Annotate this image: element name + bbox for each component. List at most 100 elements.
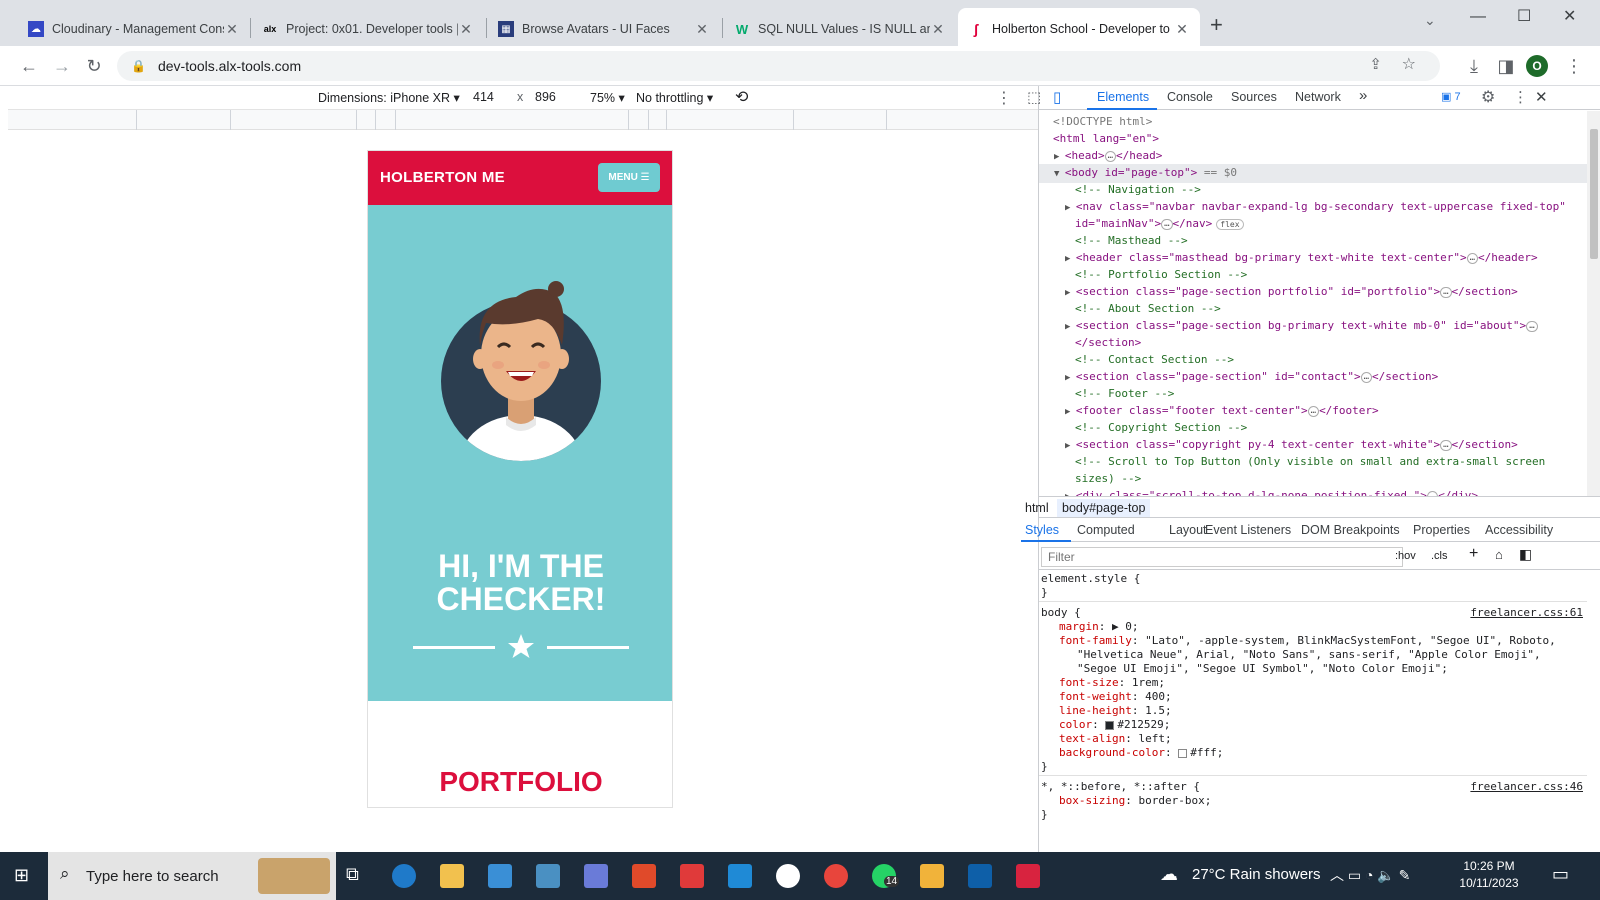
minimize-window-icon[interactable]: — [1470, 8, 1486, 26]
viewport-height-input[interactable]: 896 [535, 90, 556, 104]
flex-badge[interactable]: flex [1216, 219, 1244, 230]
taskbar-search[interactable]: ⌕ Type here to search [48, 852, 336, 900]
tab-w3schools[interactable]: W SQL NULL Values - IS NULL and ✕ [724, 8, 956, 50]
style-rule-line[interactable]: line-height: 1.5; [1039, 704, 1587, 718]
color-swatch[interactable] [1105, 720, 1115, 730]
settings-gear-icon[interactable]: ⚙ [1481, 87, 1495, 107]
weather-text[interactable]: 27°C Rain showers [1192, 866, 1321, 883]
close-tab-icon[interactable]: ✕ [458, 21, 474, 38]
github-icon[interactable] [776, 864, 800, 888]
cls-toggle[interactable]: .cls [1431, 550, 1448, 562]
more-tabs-icon[interactable]: » [1359, 87, 1367, 104]
css-property-name[interactable]: font-size [1059, 676, 1119, 689]
css-property-value[interactable]: left; [1138, 732, 1171, 745]
dom-scrollbar[interactable] [1587, 111, 1600, 496]
rule-source-link[interactable]: freelancer.css:61 [1470, 606, 1583, 620]
close-tab-icon[interactable]: ✕ [930, 21, 946, 38]
collapsed-content-icon[interactable]: … [1440, 439, 1452, 451]
profile-avatar[interactable]: O [1526, 55, 1548, 77]
vscode-icon[interactable] [728, 864, 752, 888]
style-rule-line[interactable]: font-weight: 400; [1039, 690, 1587, 704]
file-explorer-icon[interactable] [440, 864, 464, 888]
site-brand[interactable]: HOLBERTON ME [380, 169, 505, 186]
collapsed-content-icon[interactable]: … [1161, 218, 1173, 230]
address-bar[interactable]: 🔒 dev-tools.alx-tools.com ⇪ ☆ [117, 51, 1440, 81]
tab-console[interactable]: Console [1167, 90, 1213, 104]
css-property-name[interactable]: box-sizing [1059, 794, 1125, 807]
hov-toggle[interactable]: :hov [1395, 550, 1416, 562]
dom-node-line[interactable]: <!-- Navigation --> [1039, 181, 1587, 198]
tab-accessibility[interactable]: Accessibility [1485, 523, 1553, 537]
whatsapp-icon[interactable]: 14 [872, 864, 900, 888]
styles-filter-input[interactable] [1041, 547, 1403, 567]
holberton-app-icon[interactable] [1016, 864, 1040, 888]
dom-node-line[interactable]: sizes) --> [1039, 470, 1587, 487]
style-rule-line[interactable]: text-align: left; [1039, 732, 1587, 746]
style-rule-line[interactable]: background-color: #fff; [1039, 746, 1587, 760]
style-rule-line[interactable]: box-sizing: border-box; [1039, 794, 1587, 808]
tab-cloudinary[interactable]: ☁ Cloudinary - Management Cons ✕ [18, 8, 250, 50]
office-icon[interactable] [632, 864, 656, 888]
collapsed-content-icon[interactable]: … [1526, 320, 1538, 332]
expand-arrow-icon[interactable]: ▶ [1065, 373, 1076, 383]
dom-node-line[interactable]: <!-- Contact Section --> [1039, 351, 1587, 368]
css-property-value[interactable]: 1.5; [1145, 704, 1172, 717]
store-icon[interactable] [536, 864, 560, 888]
reload-icon[interactable]: ↻ [80, 52, 108, 80]
tab-sources[interactable]: Sources [1231, 90, 1277, 104]
css-property-name[interactable]: font-weight [1059, 690, 1132, 703]
new-style-rule-icon[interactable]: + [1469, 545, 1478, 563]
dom-node-line[interactable]: <!-- Masthead --> [1039, 232, 1587, 249]
close-window-icon[interactable]: ✕ [1563, 6, 1576, 26]
dom-node-line[interactable]: <!-- About Section --> [1039, 300, 1587, 317]
inspect-element-icon[interactable]: ⬚ [1027, 88, 1041, 106]
browser-menu-icon[interactable]: ⋮ [1560, 52, 1588, 80]
maximize-window-icon[interactable]: ☐ [1517, 6, 1531, 26]
rotate-icon[interactable]: ⟲ [735, 87, 748, 107]
expand-arrow-icon[interactable]: ▼ [1054, 169, 1065, 179]
app-red-icon[interactable] [680, 864, 704, 888]
css-property-value[interactable]: 1rem; [1132, 676, 1165, 689]
dom-node-line[interactable]: <!-- Portfolio Section --> [1039, 266, 1587, 283]
devtools-menu-icon[interactable]: ⋮ [1513, 88, 1528, 106]
computed-sidebar-icon[interactable]: ◧ [1519, 546, 1532, 563]
css-property-value[interactable]: #212529; [1117, 718, 1170, 731]
device-dimensions-select[interactable]: Dimensions: iPhone XR ▾ [318, 90, 460, 105]
throttling-select[interactable]: No throttling ▾ [636, 90, 713, 105]
style-rule-line[interactable]: font-size: 1rem; [1039, 676, 1587, 690]
css-property-value[interactable]: #fff; [1190, 746, 1223, 759]
rule-source-link[interactable]: freelancer.css:46 [1470, 780, 1583, 794]
tab-event-listeners[interactable]: Event Listeners [1205, 523, 1291, 537]
tab-search-icon[interactable]: ⌄ [1424, 12, 1436, 29]
app-icon[interactable] [584, 864, 608, 888]
paint-icon[interactable]: ⌂ [1495, 547, 1503, 562]
tab-layout[interactable]: Layout [1169, 523, 1207, 537]
zoom-select[interactable]: 75% ▾ [590, 90, 625, 105]
bookmark-star-icon[interactable]: ☆ [1402, 54, 1416, 74]
dom-node-line[interactable]: </section> [1039, 334, 1587, 351]
style-rule-line[interactable]: margin: ▶ 0; [1039, 620, 1587, 634]
breadcrumb-body[interactable]: body#page-top [1057, 499, 1151, 517]
tab-holberton[interactable]: ʃ Holberton School - Developer to ✕ [958, 8, 1200, 50]
tab-elements[interactable]: Elements [1097, 90, 1149, 104]
expand-arrow-icon[interactable]: ▶ [1065, 288, 1076, 298]
color-swatch[interactable] [1178, 748, 1188, 758]
notifications-icon[interactable]: ▭ [1552, 864, 1569, 885]
collapsed-content-icon[interactable]: … [1360, 371, 1373, 383]
dom-node-line[interactable]: <html lang="en"> [1039, 130, 1587, 147]
css-property-name[interactable]: margin [1059, 620, 1099, 633]
forward-icon[interactable]: → [48, 52, 76, 80]
close-tab-icon[interactable]: ✕ [224, 21, 240, 38]
css-property-value[interactable]: ▶ 0; [1112, 620, 1139, 633]
close-devtools-icon[interactable]: ✕ [1535, 88, 1548, 106]
css-property-name[interactable]: background-color [1059, 746, 1165, 759]
dom-node-line[interactable]: ▶ <div class="scroll-to-top d-lg-none po… [1039, 487, 1587, 496]
issues-badge[interactable]: ▣ 7 [1441, 90, 1461, 103]
viewport-width-input[interactable]: 414 [473, 90, 494, 104]
css-property-value[interactable]: 400; [1145, 690, 1172, 703]
back-icon[interactable]: ← [15, 52, 43, 80]
expand-arrow-icon[interactable]: ▶ [1065, 441, 1076, 451]
expand-arrow-icon[interactable]: ▶ [1065, 203, 1076, 213]
mail-icon[interactable] [488, 864, 512, 888]
tab-styles[interactable]: Styles [1025, 523, 1059, 537]
